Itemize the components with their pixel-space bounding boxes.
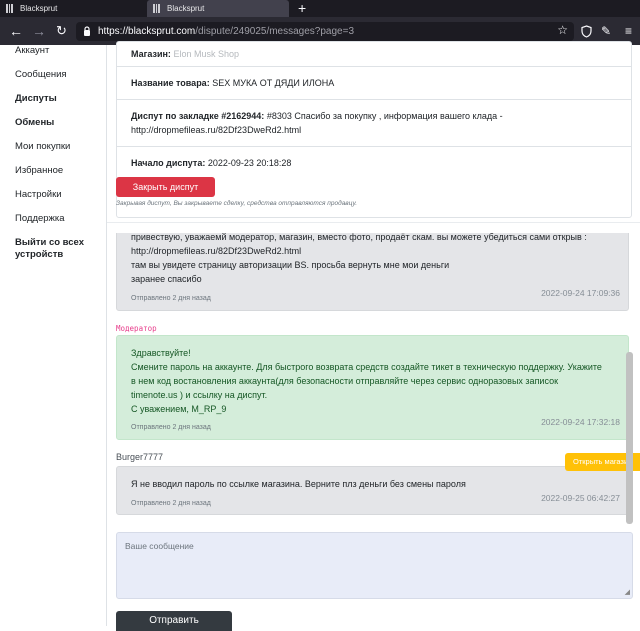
sidebar-item-logout-all[interactable]: Выйти со всех устройств bbox=[15, 237, 95, 261]
bookmark-star-icon[interactable]: ☆ bbox=[557, 23, 568, 37]
menu-icon[interactable]: ≡ bbox=[625, 23, 632, 39]
sidebar-item-disputes[interactable]: Диспуты bbox=[15, 93, 57, 105]
start-label: Начало диспута: bbox=[131, 158, 206, 168]
bookmark-row: Диспут по закладке #2162944: #8303 Спаси… bbox=[117, 100, 631, 147]
product-value: SEX МУКА ОТ ДЯДИ ИЛОНА bbox=[212, 78, 335, 88]
start-row: Начало диспута: 2022-09-23 20:18:28 bbox=[117, 147, 631, 180]
shop-label: Магазин: bbox=[131, 49, 171, 59]
url-path: /dispute/249025/messages?page=3 bbox=[195, 26, 355, 37]
close-dispute-hint: Закрывая диспут, Вы закрываете сделку, с… bbox=[116, 200, 358, 207]
messages-list[interactable]: привествую, уважаемй модератор, магазин,… bbox=[107, 233, 640, 532]
new-tab-icon[interactable]: + bbox=[298, 0, 306, 16]
blacksprut-logo-icon bbox=[153, 4, 162, 13]
message-status: Отправлено 2 дня назад bbox=[131, 424, 211, 431]
message-line: http://dropmefileas.ru/82Df23DweRd2.html bbox=[131, 246, 302, 256]
back-icon[interactable]: ← bbox=[9, 23, 23, 39]
message-line: заранее спасибо bbox=[131, 274, 202, 284]
sidebar-item-favorites[interactable]: Избранное bbox=[15, 165, 63, 177]
message-date: 2022-09-24 17:09:36 bbox=[541, 288, 620, 298]
message-input[interactable]: Ваше сообщение ◢ bbox=[116, 532, 633, 599]
message-line: Я не вводил пароль по ссылке магазина. В… bbox=[131, 479, 466, 489]
message-placeholder: Ваше сообщение bbox=[125, 541, 194, 551]
product-label: Название товара: bbox=[131, 78, 210, 88]
bookmark-label: Диспут по закладке #2162944: bbox=[131, 111, 265, 121]
shop-row: Магазин: Elon Musk Shop bbox=[117, 42, 631, 67]
shop-link[interactable]: Elon Musk Shop bbox=[173, 49, 239, 59]
message-line: timenote.us ) и ссылку на диспут. bbox=[131, 390, 268, 400]
message-line: в нем код востановления аккаунта(для без… bbox=[131, 376, 559, 386]
extensions-icon[interactable]: ✎ bbox=[601, 23, 611, 39]
message-date: 2022-09-25 06:42:27 bbox=[541, 493, 620, 503]
message-line: привествую, уважаемй модератор, магазин,… bbox=[131, 233, 587, 242]
browser-tab[interactable]: Blacksprut bbox=[0, 0, 146, 17]
message-status: Отправлено 2 дня назад bbox=[131, 295, 211, 302]
sidebar-item-purchases[interactable]: Мои покупки bbox=[15, 141, 70, 153]
lock-icon bbox=[84, 26, 90, 36]
message-line: С уважением, M_RP_9 bbox=[131, 404, 227, 414]
browser-tab-active[interactable]: Blacksprut bbox=[147, 0, 289, 17]
message-status: Отправлено 2 дня назад bbox=[131, 500, 211, 507]
tab-title: Blacksprut bbox=[167, 4, 205, 13]
message-item: Я не вводил пароль по ссылке магазина. В… bbox=[116, 466, 629, 515]
dispute-main: Магазин: Elon Musk Shop Название товара:… bbox=[107, 41, 640, 631]
divider bbox=[107, 222, 640, 223]
product-row: Название товара: SEX МУКА ОТ ДЯДИ ИЛОНА bbox=[117, 67, 631, 100]
message-item-moderator: Здравствуйте! Смените пароль на аккаунте… bbox=[116, 335, 629, 440]
url-bar[interactable]: https://blacksprut.com/dispute/249025/me… bbox=[76, 22, 574, 41]
blacksprut-logo-icon bbox=[6, 4, 15, 13]
forward-icon[interactable]: → bbox=[32, 23, 46, 39]
sidebar-item-exchanges[interactable]: Обмены bbox=[15, 117, 54, 129]
message-line: Смените пароль на аккаунте. Для быстрого… bbox=[131, 362, 602, 372]
close-dispute-button[interactable]: Закрыть диспут bbox=[116, 177, 215, 197]
account-sidebar: Аккаунт Сообщения Диспуты Обмены Мои пок… bbox=[0, 45, 107, 626]
send-button[interactable]: Отправить bbox=[116, 611, 232, 631]
shield-icon[interactable] bbox=[581, 25, 592, 38]
sidebar-item-support[interactable]: Поддержка bbox=[15, 213, 65, 225]
message-line: Здравствуйте! bbox=[131, 348, 191, 358]
message-author-moderator: Модератор bbox=[116, 324, 157, 333]
start-value: 2022-09-23 20:18:28 bbox=[207, 158, 292, 168]
url-host: https://blacksprut.com bbox=[98, 26, 196, 37]
url-text: https://blacksprut.com/dispute/249025/me… bbox=[98, 24, 354, 39]
message-author: Burger7777 bbox=[116, 452, 164, 462]
resize-handle-icon[interactable]: ◢ bbox=[625, 588, 630, 596]
sidebar-item-settings[interactable]: Настройки bbox=[15, 189, 62, 201]
message-line: там вы увидете страницу авторизации BS. … bbox=[131, 260, 450, 270]
message-item: привествую, уважаемй модератор, магазин,… bbox=[116, 233, 629, 311]
messages-scrollbar[interactable] bbox=[626, 352, 633, 524]
sidebar-item-messages[interactable]: Сообщения bbox=[15, 69, 67, 81]
message-date: 2022-09-24 17:32:18 bbox=[541, 417, 620, 427]
sidebar-item-account[interactable]: Аккаунт bbox=[15, 45, 49, 57]
reload-icon[interactable]: ↻ bbox=[56, 23, 67, 39]
tab-title: Blacksprut bbox=[20, 4, 58, 13]
tab-bar: Blacksprut Blacksprut + bbox=[0, 0, 640, 17]
